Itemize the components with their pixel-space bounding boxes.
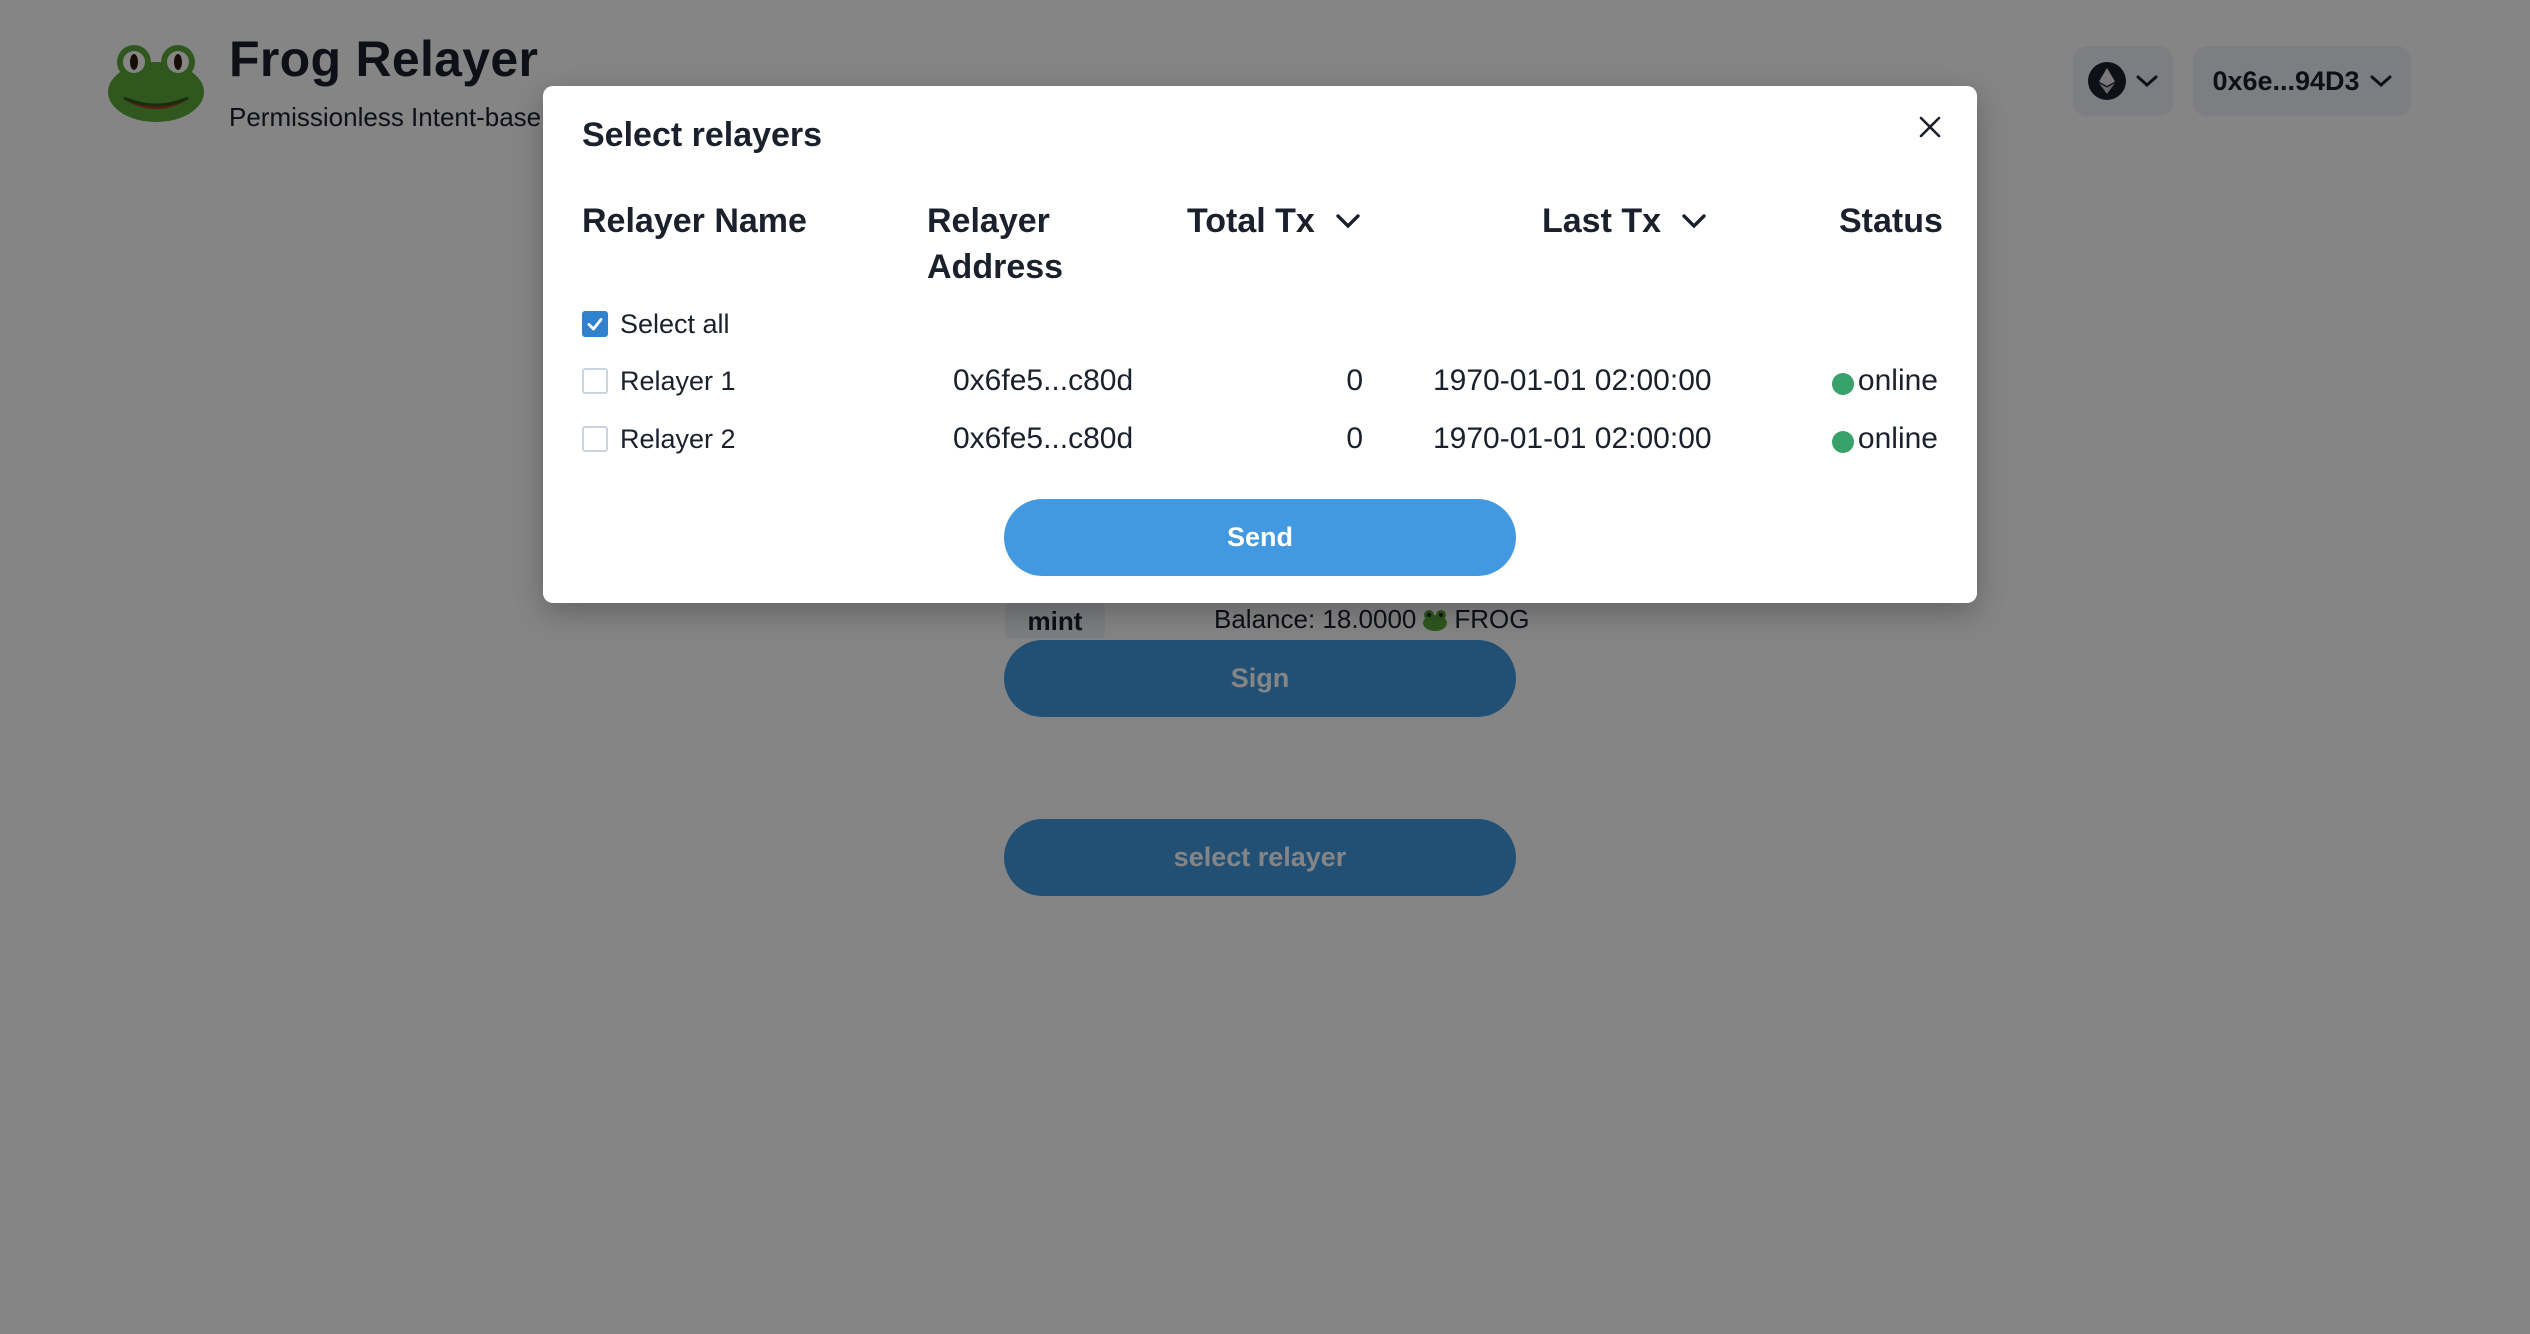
status-dot-icon [1831,431,1854,453]
relayer-address: 0x6fe5...c80d [953,422,1134,455]
check-icon [587,318,603,331]
relayer-name[interactable]: Relayer 2 [620,424,736,455]
relayer-total-tx: 0 [1346,364,1363,397]
column-header-total-tx[interactable]: Total Tx [1187,198,1361,244]
select-relayers-modal: Select relayers Relayer Name Relayer Add… [543,86,1977,603]
relayer-name[interactable]: Relayer 1 [620,366,736,397]
relayer-address: 0x6fe5...c80d [953,364,1134,397]
relayer-total-tx: 0 [1346,422,1363,455]
close-icon [1919,116,1941,138]
relayer-checkbox[interactable] [582,426,608,452]
column-header-total-tx-label: Total Tx [1187,202,1315,240]
table-row: Relayer 1 0x6fe5...c80d 0 1970-01-01 02:… [543,361,1977,401]
relayer-last-tx: 1970-01-01 02:00:00 [1433,422,1712,455]
relayer-status-text: online [1857,422,1938,455]
relayer-checkbox[interactable] [582,368,608,394]
column-header-address: Relayer Address [927,202,1064,286]
column-header-last-tx[interactable]: Last Tx [1542,198,1707,244]
column-header-name: Relayer Name [582,202,807,240]
relayer-status: online [1831,364,1938,398]
relayer-status: online [1831,422,1938,456]
column-header-status: Status [1839,202,1943,240]
modal-title: Select relayers [582,116,823,154]
select-all-row: Select all [543,304,1977,344]
select-all-checkbox[interactable] [582,311,608,337]
chevron-down-icon[interactable] [1335,213,1361,229]
close-button[interactable] [1910,107,1950,147]
status-dot-icon [1831,373,1854,395]
table-row: Relayer 2 0x6fe5...c80d 0 1970-01-01 02:… [543,419,1977,459]
relayer-status-text: online [1857,364,1938,397]
relayer-last-tx: 1970-01-01 02:00:00 [1433,364,1712,397]
send-button[interactable]: Send [1004,499,1516,576]
column-header-last-tx-label: Last Tx [1542,202,1662,240]
select-all-label[interactable]: Select all [620,309,730,340]
chevron-down-icon[interactable] [1681,213,1707,229]
